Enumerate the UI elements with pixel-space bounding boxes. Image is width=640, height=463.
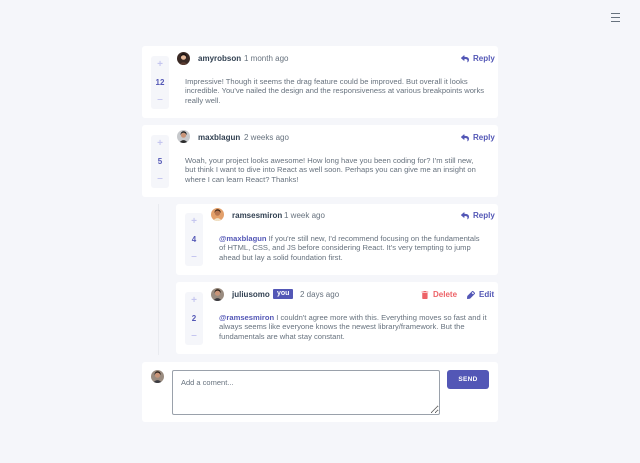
edit-button[interactable]: Edit — [467, 290, 494, 299]
comment-date: 2 weeks ago — [244, 133, 289, 142]
reply-content: @ramsesmiron I couldn't agree more with … — [219, 313, 487, 341]
comment-text: Impressive! Though it seems the drag fea… — [185, 77, 485, 105]
mention-link[interactable]: @maxblagun — [219, 234, 267, 243]
reply-content: @maxblagun If you're still new, I'd reco… — [219, 234, 487, 262]
delete-label: Delete — [433, 290, 458, 299]
comment-input[interactable] — [172, 370, 440, 415]
upvote-button[interactable]: + — [157, 60, 163, 70]
edit-icon — [467, 290, 475, 299]
reply-label: Reply — [473, 54, 495, 63]
vote-score: 4 — [191, 235, 197, 244]
avatar-maxblagun — [177, 130, 190, 143]
reply-icon — [461, 54, 469, 62]
reply-thread-line — [158, 204, 159, 355]
downvote-button[interactable]: – — [191, 252, 197, 262]
trash-icon — [421, 290, 429, 299]
delete-button[interactable]: Delete — [421, 290, 457, 299]
avatar-ramsesmiron — [211, 208, 224, 221]
comment-date: 1 month ago — [244, 54, 289, 63]
vote-control: + 2 – — [185, 292, 203, 345]
send-button[interactable]: SEND — [447, 370, 489, 389]
comment-content: Impressive! Though it seems the drag fea… — [185, 77, 485, 105]
you-badge: you — [273, 289, 294, 299]
vote-control: + 12 – — [151, 56, 169, 109]
comment-username[interactable]: maxblagun — [198, 133, 240, 142]
upvote-button[interactable]: + — [191, 296, 197, 306]
comment-content: Woah, your project looks awesome! How lo… — [185, 156, 485, 184]
downvote-button[interactable]: – — [157, 174, 163, 184]
upvote-button[interactable]: + — [191, 217, 197, 227]
reply-label: Reply — [473, 133, 495, 142]
upvote-button[interactable]: + — [157, 139, 163, 149]
mention-link[interactable]: @ramsesmiron — [219, 313, 274, 322]
current-user-avatar — [151, 370, 164, 383]
vote-score: 12 — [155, 78, 165, 87]
hamburger-menu-icon[interactable] — [611, 13, 620, 22]
edit-label: Edit — [479, 290, 495, 299]
reply-date: 1 week ago — [284, 211, 325, 220]
comment-text: Woah, your project looks awesome! How lo… — [185, 156, 476, 184]
reply-label: Reply — [473, 211, 495, 220]
avatar-amyrobson — [177, 52, 190, 65]
reply-button[interactable]: Reply — [461, 133, 495, 142]
vote-score: 2 — [191, 314, 197, 323]
reply-username[interactable]: ramsesmiron — [232, 211, 282, 220]
avatar-juliusomo — [211, 288, 224, 301]
vote-control: + 4 – — [185, 213, 203, 266]
downvote-button[interactable]: – — [191, 331, 197, 341]
reply-button[interactable]: Reply — [461, 211, 495, 220]
reply-button[interactable]: Reply — [461, 54, 495, 63]
downvote-button[interactable]: – — [157, 95, 163, 105]
vote-score: 5 — [157, 157, 163, 166]
reply-icon — [461, 211, 469, 219]
reply-icon — [461, 133, 469, 141]
comment-username[interactable]: amyrobson — [198, 54, 241, 63]
reply-date: 2 days ago — [300, 290, 340, 299]
vote-control: + 5 – — [151, 135, 169, 188]
reply-username[interactable]: juliusomo — [232, 290, 270, 299]
